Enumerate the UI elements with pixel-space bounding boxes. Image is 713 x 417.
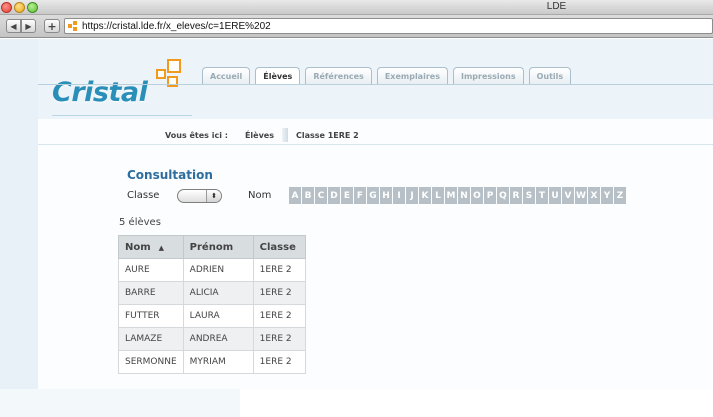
letter-filter-p[interactable]: P: [484, 187, 496, 204]
section-title: Consultation: [127, 168, 213, 182]
main-tabs: Accueil Élèves Références Exemplaires Im…: [202, 67, 576, 84]
student-count: 5 élèves: [119, 217, 161, 228]
table-row[interactable]: FUTTER LAURA 1ERE 2: [118, 304, 306, 328]
letter-filter-s[interactable]: S: [523, 187, 535, 204]
cell-prenom: ADRIEN: [182, 258, 254, 282]
classe-label: Classe: [127, 190, 160, 201]
tab-outils[interactable]: Outils: [528, 67, 572, 84]
letter-filter-n[interactable]: N: [458, 187, 470, 204]
table-row[interactable]: LAMAZE ANDREA 1ERE 2: [118, 327, 306, 351]
classe-select[interactable]: ⬍: [177, 189, 222, 203]
forward-button[interactable]: ▶: [21, 19, 36, 33]
column-header-classe[interactable]: Classe: [252, 235, 306, 259]
plus-icon: +: [47, 19, 57, 33]
cell-nom: BARRE: [118, 281, 184, 305]
tab-exemplaires[interactable]: Exemplaires: [376, 67, 448, 84]
table-row[interactable]: AURE ADRIEN 1ERE 2: [118, 258, 306, 282]
cell-classe: 1ERE 2: [252, 350, 306, 374]
url-text[interactable]: https://cristal.lde.fr/x_eleves/c=1ERE%2…: [82, 21, 271, 32]
back-arrow-icon: ◀: [10, 21, 17, 31]
cell-nom: AURE: [118, 258, 184, 282]
cell-prenom: ALICIA: [182, 281, 254, 305]
letter-filter-m[interactable]: M: [445, 187, 457, 204]
window-title: LDE: [546, 1, 567, 12]
forward-arrow-icon: ▶: [25, 21, 32, 31]
alphabet-filter: ABCDEFGHIJKLMNOPQRSTUVWXYZ: [289, 187, 627, 204]
letter-filter-g[interactable]: G: [367, 187, 379, 204]
tab-accueil[interactable]: Accueil: [202, 67, 251, 84]
window-titlebar: LDE: [0, 0, 713, 15]
column-header-prenom[interactable]: Prénom: [182, 235, 254, 259]
cell-classe: 1ERE 2: [252, 258, 306, 282]
letter-filter-z[interactable]: Z: [614, 187, 626, 204]
nom-label: Nom: [248, 190, 272, 201]
cell-classe: 1ERE 2: [252, 304, 306, 328]
browser-toolbar: ◀ ▶ + https://cristal.lde.fr/x_eleves/c=…: [0, 15, 713, 38]
letter-filter-e[interactable]: E: [341, 187, 353, 204]
column-header-nom-label: Nom: [125, 241, 151, 253]
table-row[interactable]: BARRE ALICIA 1ERE 2: [118, 281, 306, 305]
letter-filter-i[interactable]: I: [393, 187, 405, 204]
bottom-band: [0, 389, 240, 417]
cell-nom: SERMONNE: [118, 350, 184, 374]
select-arrows-icon: ⬍: [206, 190, 221, 202]
column-header-prenom-label: Prénom: [189, 241, 234, 253]
breadcrumb-item-classe: Classe 1ERE 2: [295, 130, 359, 140]
address-bar[interactable]: https://cristal.lde.fr/x_eleves/c=1ERE%2…: [64, 18, 713, 34]
tab-eleves[interactable]: Élèves: [255, 67, 301, 84]
letter-filter-k[interactable]: K: [419, 187, 431, 204]
cell-prenom: LAURA: [182, 304, 254, 328]
breadcrumb-divider: [38, 144, 713, 145]
letter-filter-l[interactable]: L: [432, 187, 444, 204]
sort-ascending-icon: ▲: [158, 243, 165, 252]
breadcrumb-item-eleves[interactable]: Élèves: [245, 131, 274, 140]
column-header-classe-label: Classe: [259, 241, 296, 253]
cell-classe: 1ERE 2: [252, 281, 306, 305]
letter-filter-q[interactable]: Q: [497, 187, 509, 204]
letter-filter-b[interactable]: B: [302, 187, 314, 204]
cristal-logo-mark-icon: [153, 59, 183, 95]
table-header-row: Nom ▲ Prénom Classe: [118, 235, 306, 259]
breadcrumb: Vous êtes ici : Élèves Classe 1ERE 2: [165, 128, 367, 142]
column-header-nom[interactable]: Nom ▲: [118, 235, 184, 259]
letter-filter-c[interactable]: C: [315, 187, 327, 204]
cristal-logo[interactable]: Cristal: [52, 77, 148, 108]
letter-filter-t[interactable]: T: [536, 187, 548, 204]
table-row[interactable]: SERMONNE MYRIAM 1ERE 2: [118, 350, 306, 374]
letter-filter-u[interactable]: U: [549, 187, 561, 204]
letter-filter-x[interactable]: X: [588, 187, 600, 204]
letter-filter-v[interactable]: V: [562, 187, 574, 204]
letter-filter-r[interactable]: R: [510, 187, 522, 204]
tabs-baseline: [38, 84, 713, 85]
logo-underline: [52, 115, 192, 116]
cell-prenom: ANDREA: [182, 327, 254, 351]
letter-filter-f[interactable]: F: [354, 187, 366, 204]
letter-filter-y[interactable]: Y: [601, 187, 613, 204]
letter-filter-w[interactable]: W: [575, 187, 587, 204]
letter-filter-j[interactable]: J: [406, 187, 418, 204]
back-button[interactable]: ◀: [6, 19, 21, 33]
site-favicon-icon: [68, 21, 78, 31]
students-table-wrapper: Nom ▲ Prénom Classe AURE ADRIEN 1ERE 2 BARRE…: [118, 235, 306, 374]
add-bookmark-button[interactable]: +: [44, 19, 60, 33]
cell-nom: FUTTER: [118, 304, 184, 328]
tab-impressions[interactable]: Impressions: [452, 67, 524, 84]
cell-nom: LAMAZE: [118, 327, 184, 351]
tab-references[interactable]: Références: [305, 67, 372, 84]
page-content: Cristal Accueil Élèves Références Exempl…: [0, 39, 713, 417]
letter-filter-h[interactable]: H: [380, 187, 392, 204]
left-margin: [0, 39, 38, 389]
breadcrumb-separator-icon: [281, 128, 288, 142]
breadcrumb-label: Vous êtes ici :: [165, 130, 228, 140]
students-table: Nom ▲ Prénom Classe AURE ADRIEN 1ERE 2 BARRE…: [118, 235, 306, 374]
letter-filter-o[interactable]: O: [471, 187, 483, 204]
cell-classe: 1ERE 2: [252, 327, 306, 351]
letter-filter-a[interactable]: A: [289, 187, 301, 204]
cell-prenom: MYRIAM: [182, 350, 254, 374]
letter-filter-d[interactable]: D: [328, 187, 340, 204]
